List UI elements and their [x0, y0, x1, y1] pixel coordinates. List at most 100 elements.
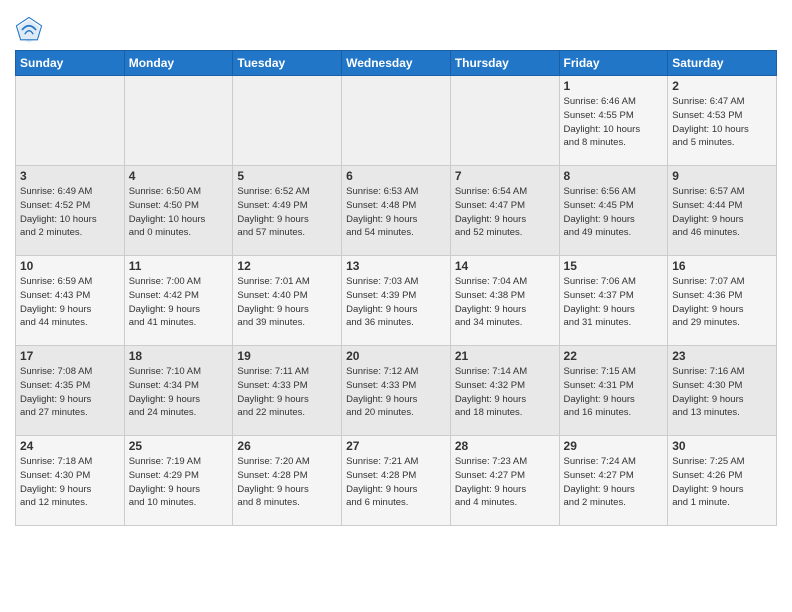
- day-info: Sunrise: 7:21 AM Sunset: 4:28 PM Dayligh…: [346, 455, 446, 510]
- day-info: Sunrise: 6:46 AM Sunset: 4:55 PM Dayligh…: [564, 95, 664, 150]
- weekday-header-monday: Monday: [124, 51, 233, 76]
- day-number: 15: [564, 259, 664, 273]
- day-info: Sunrise: 7:07 AM Sunset: 4:36 PM Dayligh…: [672, 275, 772, 330]
- day-number: 18: [129, 349, 229, 363]
- calendar-cell: 8 Sunrise: 6:56 AM Sunset: 4:45 PM Daylig…: [559, 166, 668, 256]
- calendar-cell: 21 Sunrise: 7:14 AM Sunset: 4:32 PM Dayli…: [450, 346, 559, 436]
- calendar-cell: 24 Sunrise: 7:18 AM Sunset: 4:30 PM Dayli…: [16, 436, 125, 526]
- day-info: Sunrise: 7:04 AM Sunset: 4:38 PM Dayligh…: [455, 275, 555, 330]
- calendar-cell: 12Sunrise: 7:01 AM Sunset: 4:40 PM Dayli…: [233, 256, 342, 346]
- day-info: Sunrise: 7:06 AM Sunset: 4:37 PM Dayligh…: [564, 275, 664, 330]
- day-info: Sunrise: 6:53 AM Sunset: 4:48 PM Dayligh…: [346, 185, 446, 240]
- day-info: Sunrise: 7:16 AM Sunset: 4:30 PM Dayligh…: [672, 365, 772, 420]
- day-info: Sunrise: 7:20 AM Sunset: 4:28 PM Dayligh…: [237, 455, 337, 510]
- day-number: 7: [455, 169, 555, 183]
- day-number: 25: [129, 439, 229, 453]
- day-info: Sunrise: 7:25 AM Sunset: 4:26 PM Dayligh…: [672, 455, 772, 510]
- day-number: 14: [455, 259, 555, 273]
- weekday-header-row: SundayMondayTuesdayWednesdayThursdayFrid…: [16, 51, 777, 76]
- calendar-cell: 23 Sunrise: 7:16 AM Sunset: 4:30 PM Dayli…: [668, 346, 777, 436]
- day-info: Sunrise: 7:08 AM Sunset: 4:35 PM Dayligh…: [20, 365, 120, 420]
- day-info: Sunrise: 6:56 AM Sunset: 4:45 PM Dayligh…: [564, 185, 664, 240]
- day-number: 19: [237, 349, 337, 363]
- day-info: Sunrise: 7:10 AM Sunset: 4:34 PM Dayligh…: [129, 365, 229, 420]
- calendar-week-1: 1 Sunrise: 6:46 AM Sunset: 4:55 PM Daylig…: [16, 76, 777, 166]
- day-info: Sunrise: 7:00 AM Sunset: 4:42 PM Dayligh…: [129, 275, 229, 330]
- calendar-cell: 7 Sunrise: 6:54 AM Sunset: 4:47 PM Daylig…: [450, 166, 559, 256]
- day-number: 28: [455, 439, 555, 453]
- day-number: 12: [237, 259, 337, 273]
- day-info: Sunrise: 6:50 AM Sunset: 4:50 PM Dayligh…: [129, 185, 229, 240]
- day-number: 22: [564, 349, 664, 363]
- day-info: Sunrise: 7:23 AM Sunset: 4:27 PM Dayligh…: [455, 455, 555, 510]
- calendar-cell: 30 Sunrise: 7:25 AM Sunset: 4:26 PM Dayli…: [668, 436, 777, 526]
- day-number: 2: [672, 79, 772, 93]
- day-number: 29: [564, 439, 664, 453]
- calendar-cell: 16Sunrise: 7:07 AM Sunset: 4:36 PM Dayli…: [668, 256, 777, 346]
- calendar-week-3: 10Sunrise: 6:59 AM Sunset: 4:43 PM Dayli…: [16, 256, 777, 346]
- calendar-cell: 17 Sunrise: 7:08 AM Sunset: 4:35 PM Dayli…: [16, 346, 125, 436]
- day-number: 4: [129, 169, 229, 183]
- calendar-cell: [233, 76, 342, 166]
- weekday-header-tuesday: Tuesday: [233, 51, 342, 76]
- calendar-cell: 6 Sunrise: 6:53 AM Sunset: 4:48 PM Daylig…: [342, 166, 451, 256]
- calendar-cell: 18 Sunrise: 7:10 AM Sunset: 4:34 PM Dayli…: [124, 346, 233, 436]
- calendar-cell: 1 Sunrise: 6:46 AM Sunset: 4:55 PM Daylig…: [559, 76, 668, 166]
- calendar-table: SundayMondayTuesdayWednesdayThursdayFrid…: [15, 50, 777, 526]
- day-number: 6: [346, 169, 446, 183]
- weekday-header-sunday: Sunday: [16, 51, 125, 76]
- day-number: 3: [20, 169, 120, 183]
- day-info: Sunrise: 7:18 AM Sunset: 4:30 PM Dayligh…: [20, 455, 120, 510]
- day-number: 13: [346, 259, 446, 273]
- calendar-cell: 19 Sunrise: 7:11 AM Sunset: 4:33 PM Dayli…: [233, 346, 342, 436]
- day-number: 27: [346, 439, 446, 453]
- day-info: Sunrise: 7:03 AM Sunset: 4:39 PM Dayligh…: [346, 275, 446, 330]
- calendar-cell: 4 Sunrise: 6:50 AM Sunset: 4:50 PM Daylig…: [124, 166, 233, 256]
- calendar-week-2: 3Sunrise: 6:49 AM Sunset: 4:52 PM Daylig…: [16, 166, 777, 256]
- calendar-cell: 28 Sunrise: 7:23 AM Sunset: 4:27 PM Dayli…: [450, 436, 559, 526]
- calendar-cell: 2 Sunrise: 6:47 AM Sunset: 4:53 PM Daylig…: [668, 76, 777, 166]
- day-info: Sunrise: 6:54 AM Sunset: 4:47 PM Dayligh…: [455, 185, 555, 240]
- calendar-cell: [450, 76, 559, 166]
- day-number: 8: [564, 169, 664, 183]
- weekday-header-saturday: Saturday: [668, 51, 777, 76]
- calendar-cell: 3Sunrise: 6:49 AM Sunset: 4:52 PM Daylig…: [16, 166, 125, 256]
- day-number: 17: [20, 349, 120, 363]
- day-number: 24: [20, 439, 120, 453]
- day-number: 5: [237, 169, 337, 183]
- calendar-cell: 27 Sunrise: 7:21 AM Sunset: 4:28 PM Dayli…: [342, 436, 451, 526]
- day-info: Sunrise: 7:14 AM Sunset: 4:32 PM Dayligh…: [455, 365, 555, 420]
- calendar-cell: 11 Sunrise: 7:00 AM Sunset: 4:42 PM Dayli…: [124, 256, 233, 346]
- calendar-cell: 13 Sunrise: 7:03 AM Sunset: 4:39 PM Dayli…: [342, 256, 451, 346]
- header: [15, 10, 777, 44]
- day-info: Sunrise: 6:47 AM Sunset: 4:53 PM Dayligh…: [672, 95, 772, 150]
- day-info: Sunrise: 7:11 AM Sunset: 4:33 PM Dayligh…: [237, 365, 337, 420]
- calendar-cell: 9 Sunrise: 6:57 AM Sunset: 4:44 PM Daylig…: [668, 166, 777, 256]
- day-info: Sunrise: 6:52 AM Sunset: 4:49 PM Dayligh…: [237, 185, 337, 240]
- calendar-cell: 20 Sunrise: 7:12 AM Sunset: 4:33 PM Dayli…: [342, 346, 451, 436]
- weekday-header-wednesday: Wednesday: [342, 51, 451, 76]
- calendar-cell: 25 Sunrise: 7:19 AM Sunset: 4:29 PM Dayli…: [124, 436, 233, 526]
- day-info: Sunrise: 6:57 AM Sunset: 4:44 PM Dayligh…: [672, 185, 772, 240]
- logo-icon: [15, 16, 43, 44]
- day-number: 20: [346, 349, 446, 363]
- day-info: Sunrise: 7:12 AM Sunset: 4:33 PM Dayligh…: [346, 365, 446, 420]
- calendar-cell: 14 Sunrise: 7:04 AM Sunset: 4:38 PM Dayli…: [450, 256, 559, 346]
- day-info: Sunrise: 6:59 AM Sunset: 4:43 PM Dayligh…: [20, 275, 120, 330]
- calendar-week-4: 17 Sunrise: 7:08 AM Sunset: 4:35 PM Dayli…: [16, 346, 777, 436]
- day-number: 21: [455, 349, 555, 363]
- day-number: 30: [672, 439, 772, 453]
- weekday-header-thursday: Thursday: [450, 51, 559, 76]
- calendar-cell: 22Sunrise: 7:15 AM Sunset: 4:31 PM Dayli…: [559, 346, 668, 436]
- day-number: 11: [129, 259, 229, 273]
- day-info: Sunrise: 7:19 AM Sunset: 4:29 PM Dayligh…: [129, 455, 229, 510]
- calendar-cell: [16, 76, 125, 166]
- calendar-cell: 29Sunrise: 7:24 AM Sunset: 4:27 PM Dayli…: [559, 436, 668, 526]
- day-number: 1: [564, 79, 664, 93]
- day-number: 23: [672, 349, 772, 363]
- calendar-week-5: 24 Sunrise: 7:18 AM Sunset: 4:30 PM Dayli…: [16, 436, 777, 526]
- calendar-cell: [342, 76, 451, 166]
- logo: [15, 16, 47, 44]
- day-number: 9: [672, 169, 772, 183]
- calendar-cell: 15 Sunrise: 7:06 AM Sunset: 4:37 PM Dayli…: [559, 256, 668, 346]
